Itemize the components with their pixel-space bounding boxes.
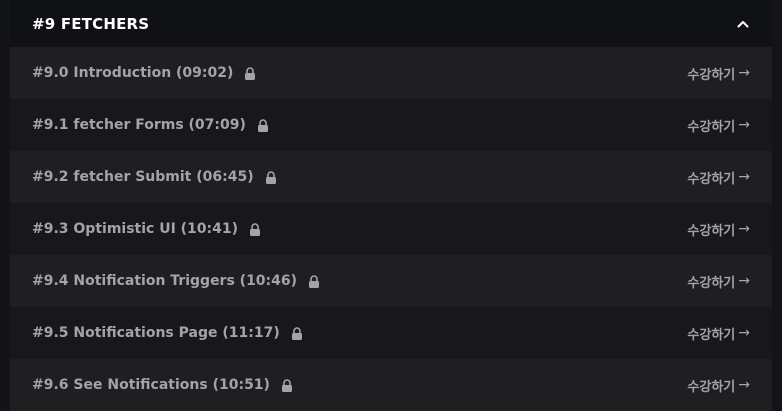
lecture-title: #9.1 fetcher Forms (07:09) xyxy=(32,117,246,133)
chevron-up-icon[interactable] xyxy=(734,15,752,33)
arrow-right-icon: → xyxy=(738,221,750,237)
section-title: #9 FETCHERS xyxy=(32,14,150,33)
lock-icon xyxy=(249,222,261,236)
start-lecture-link[interactable]: 수강하기 → xyxy=(687,324,750,343)
start-lecture-label: 수강하기 xyxy=(687,379,736,395)
lecture-title: #9.3 Optimistic UI (10:41) xyxy=(32,221,239,237)
lecture-row[interactable]: #9.5 Notifications Page (11:17) 수강하기 → xyxy=(10,307,772,359)
start-lecture-label: 수강하기 xyxy=(687,275,736,291)
lecture-list: #9.0 Introduction (09:02) 수강하기 → #9.1 fet… xyxy=(10,47,772,411)
arrow-right-icon: → xyxy=(738,325,750,341)
arrow-right-icon: → xyxy=(738,117,750,133)
start-lecture-link[interactable]: 수강하기 → xyxy=(687,168,750,187)
lecture-row[interactable]: #9.2 fetcher Submit (06:45) 수강하기 → xyxy=(10,151,772,203)
lecture-title: #9.2 fetcher Submit (06:45) xyxy=(32,169,254,185)
start-lecture-link[interactable]: 수강하기 → xyxy=(687,64,750,83)
lecture-title: #9.6 See Notifications (10:51) xyxy=(32,377,270,393)
lock-icon xyxy=(291,326,303,340)
arrow-right-icon: → xyxy=(738,65,750,81)
section-header[interactable]: #9 FETCHERS xyxy=(10,0,772,47)
start-lecture-label: 수강하기 xyxy=(687,119,736,135)
start-lecture-label: 수강하기 xyxy=(687,67,736,83)
start-lecture-label: 수강하기 xyxy=(687,223,736,239)
arrow-right-icon: → xyxy=(738,377,750,393)
lecture-row[interactable]: #9.0 Introduction (09:02) 수강하기 → xyxy=(10,47,772,99)
curriculum-section: #9 FETCHERS #9.0 Introduction (09:02) 수강… xyxy=(10,0,772,411)
lecture-title: #9.5 Notifications Page (11:17) xyxy=(32,325,280,341)
lecture-row[interactable]: #9.3 Optimistic UI (10:41) 수강하기 → xyxy=(10,203,772,255)
arrow-right-icon: → xyxy=(738,273,750,289)
lecture-title: #9.4 Notification Triggers (10:46) xyxy=(32,273,298,289)
lecture-row[interactable]: #9.4 Notification Triggers (10:46) 수강하기 → xyxy=(10,255,772,307)
lock-icon xyxy=(308,274,320,288)
lock-icon xyxy=(265,170,277,184)
start-lecture-link[interactable]: 수강하기 → xyxy=(687,220,750,239)
lecture-title: #9.0 Introduction (09:02) xyxy=(32,65,234,81)
start-lecture-label: 수강하기 xyxy=(687,171,736,187)
lock-icon xyxy=(244,66,256,80)
lecture-row[interactable]: #9.1 fetcher Forms (07:09) 수강하기 → xyxy=(10,99,772,151)
start-lecture-link[interactable]: 수강하기 → xyxy=(687,376,750,395)
arrow-right-icon: → xyxy=(738,169,750,185)
lecture-row[interactable]: #9.6 See Notifications (10:51) 수강하기 → xyxy=(10,359,772,411)
lock-icon xyxy=(281,378,293,392)
start-lecture-link[interactable]: 수강하기 → xyxy=(687,116,750,135)
start-lecture-label: 수강하기 xyxy=(687,327,736,343)
lock-icon xyxy=(257,118,269,132)
start-lecture-link[interactable]: 수강하기 → xyxy=(687,272,750,291)
